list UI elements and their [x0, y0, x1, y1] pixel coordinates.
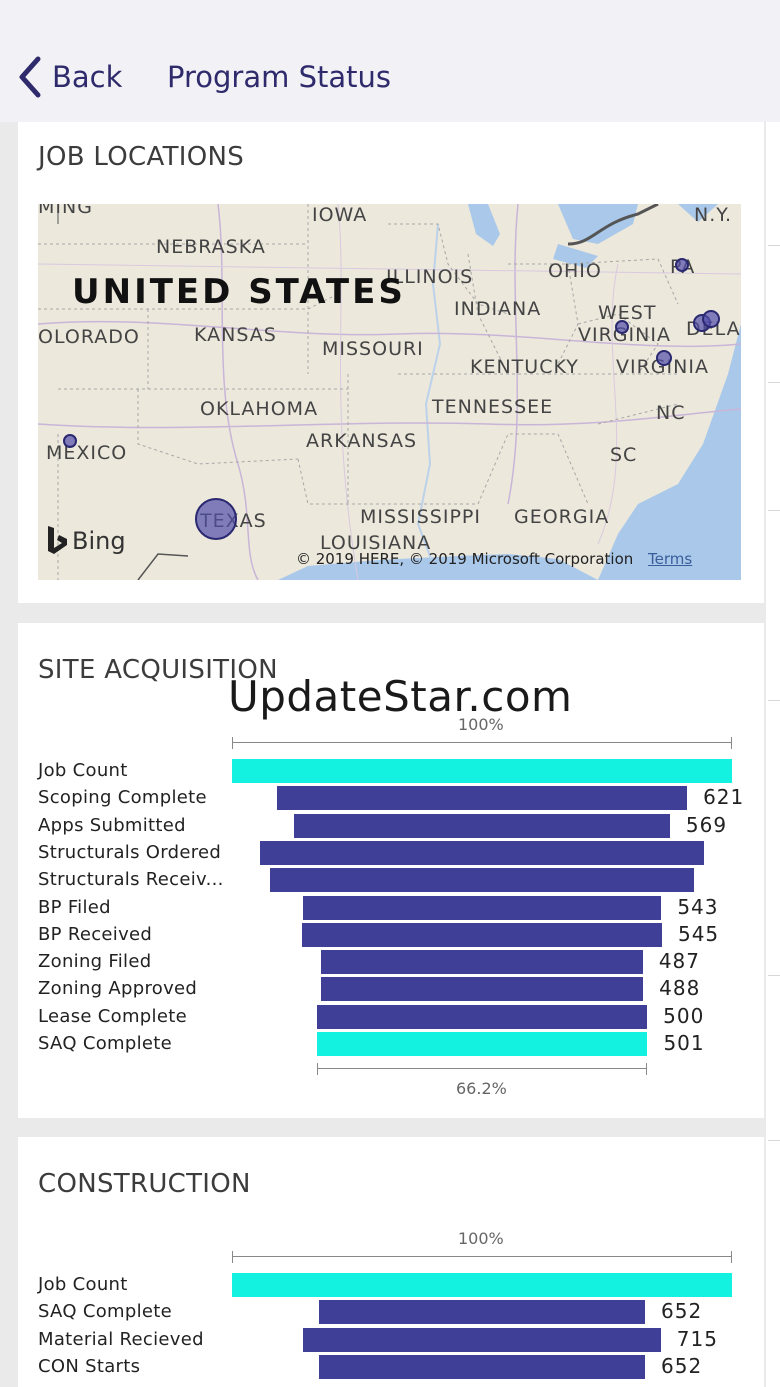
- funnel-value-label: 652: [661, 1353, 703, 1378]
- funnel-category-label: CON Starts: [38, 1355, 141, 1377]
- map[interactable]: MING IOWA N.Y. NEBRASKA ILLINOIS OHIO PA…: [38, 204, 741, 580]
- funnel-category-label: Job Count: [38, 1274, 128, 1295]
- funnel-value-label: 545: [677, 921, 720, 946]
- map-label: OHIO: [548, 260, 602, 282]
- map-label: MISSOURI: [322, 338, 424, 360]
- funnel-bar[interactable]: [232, 1273, 732, 1297]
- bottom-percent-label: 66.2%: [456, 1079, 507, 1099]
- funnel-category-label: BP Filed: [38, 896, 111, 918]
- back-button[interactable]: Back: [16, 52, 122, 102]
- map-label: N.Y.: [694, 204, 733, 226]
- top-percent-bracket: [232, 737, 732, 749]
- funnel-value-label: 488: [659, 976, 701, 1001]
- funnel-bar[interactable]: [320, 977, 644, 1002]
- divider: [768, 510, 780, 511]
- funnel-bar[interactable]: [316, 1032, 648, 1056]
- terms-link[interactable]: Terms: [648, 550, 692, 568]
- funnel-bar[interactable]: [302, 895, 662, 920]
- funnel-bar[interactable]: [302, 922, 662, 947]
- map-label: MISSISSIPPI: [360, 506, 481, 528]
- funnel-bar[interactable]: [259, 840, 705, 865]
- funnel-category-label: Structurals Receiv...: [38, 869, 224, 891]
- map-label: GEORGIA: [514, 506, 610, 528]
- map-marker[interactable]: [195, 498, 237, 540]
- back-label: Back: [52, 60, 123, 94]
- bottom-percent-bracket: [316, 1063, 648, 1076]
- bing-text: Bing: [72, 527, 126, 555]
- map-label: KENTUCKY: [470, 356, 579, 378]
- funnel-value-label: 652: [661, 1299, 703, 1324]
- divider: [768, 245, 780, 246]
- watermark: UpdateStar.com: [228, 672, 573, 721]
- map-label: NC: [656, 402, 686, 424]
- funnel-bar[interactable]: [316, 1004, 648, 1029]
- top-percent-bracket: [232, 1251, 732, 1263]
- funnel-value-label: 621: [703, 785, 745, 810]
- map-label: MEXICO: [46, 442, 128, 464]
- app-header: Back Program Status: [0, 0, 780, 122]
- page-title: Program Status: [167, 60, 391, 94]
- funnel-value-label: 715: [676, 1326, 718, 1351]
- map-label: INDIANA: [454, 298, 542, 320]
- funnel-bar[interactable]: [319, 1300, 645, 1325]
- map-label: MING: [38, 204, 93, 218]
- map-label: IOWA: [312, 204, 368, 226]
- funnel-bar[interactable]: [269, 868, 695, 893]
- funnel-category-label: Material Recieved: [38, 1328, 204, 1350]
- construction-funnel: 100% Job Count SAQ Complete 652 Material Rec…: [18, 1137, 764, 1387]
- funnel-category-label: SAQ Complete: [38, 1301, 172, 1323]
- funnel-bar[interactable]: [232, 759, 732, 783]
- map-marker[interactable]: [675, 258, 689, 272]
- funnel-value-label: 500: [663, 1003, 705, 1028]
- divider: [768, 975, 780, 976]
- funnel-category-label: Zoning Filed: [38, 951, 152, 973]
- divider: [768, 700, 780, 701]
- map-label: NEBRASKA: [156, 236, 266, 258]
- map-label: SC: [610, 444, 638, 466]
- map-label: OKLAHOMA: [200, 398, 319, 420]
- map-marker[interactable]: [656, 350, 672, 366]
- funnel-category-label: Job Count: [38, 760, 128, 781]
- map-label: KANSAS: [194, 324, 277, 346]
- funnel-bar[interactable]: [294, 813, 670, 838]
- map-label: OLORADO: [38, 326, 140, 348]
- funnel-value-label: 569: [685, 812, 728, 837]
- map-country-label: UNITED STATES: [72, 272, 406, 312]
- funnel-category-label: Scoping Complete: [38, 787, 207, 809]
- funnel-value-label: 543: [677, 894, 719, 919]
- bing-icon: [48, 526, 67, 554]
- divider: [768, 382, 780, 383]
- side-panel-edge: [766, 122, 780, 1387]
- top-percent-label: 100%: [458, 1229, 504, 1248]
- map-marker[interactable]: [615, 320, 629, 334]
- funnel-bar[interactable]: [321, 950, 643, 975]
- divider: [768, 1140, 780, 1141]
- job-locations-card: JOB LOCATIONS MING IOWA N.Y. NEBRASKA IL…: [18, 122, 764, 603]
- map-label: WEST: [598, 302, 657, 324]
- funnel-bar[interactable]: [303, 1327, 661, 1352]
- card-title: JOB LOCATIONS: [38, 142, 245, 172]
- funnel-category-label: Apps Submitted: [38, 814, 186, 836]
- funnel-category-label: BP Received: [38, 923, 153, 945]
- funnel-bar[interactable]: [319, 1354, 645, 1379]
- map-label: TENNESSEE: [432, 396, 554, 418]
- funnel-value-label: 501: [663, 1031, 705, 1055]
- chevron-left-icon: [19, 56, 41, 98]
- bing-logo: Bing: [46, 526, 126, 556]
- map-marker[interactable]: [63, 434, 77, 448]
- funnel-value-label: 487: [658, 949, 701, 974]
- funnel-bar[interactable]: [276, 786, 688, 811]
- funnel-category-label: Lease Complete: [38, 1005, 187, 1027]
- funnel-category-label: SAQ Complete: [38, 1033, 172, 1054]
- map-attribution: © 2019 HERE, © 2019 Microsoft Corporatio…: [296, 550, 634, 568]
- funnel-category-label: Zoning Approved: [38, 978, 198, 1000]
- map-marker[interactable]: [702, 310, 720, 328]
- map-label: ARKANSAS: [306, 430, 418, 452]
- funnel-category-label: Structurals Ordered: [38, 841, 222, 863]
- construction-card: CONSTRUCTION 100% Job Count SAQ Complete 65…: [18, 1137, 764, 1387]
